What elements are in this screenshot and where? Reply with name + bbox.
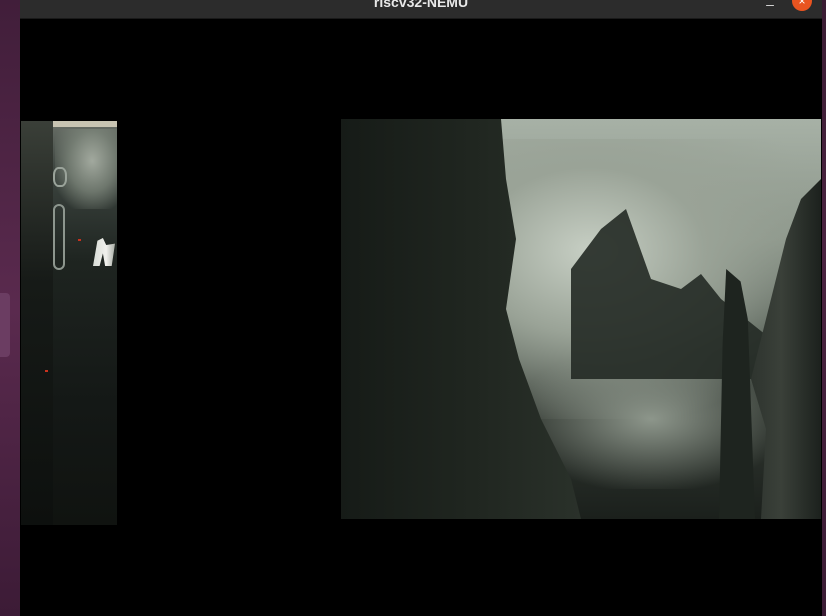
left-fragment-sky xyxy=(53,121,117,127)
red-pixel xyxy=(78,239,81,241)
sprite-bar xyxy=(53,204,65,270)
minimize-icon: – xyxy=(766,0,774,12)
sprite-ring xyxy=(53,167,67,187)
red-pixel xyxy=(45,370,48,372)
window-title: riscv32-NEMU xyxy=(373,0,469,10)
app-window: riscv32-NEMU – × xyxy=(20,0,822,616)
title-bar[interactable]: riscv32-NEMU – × xyxy=(20,0,822,19)
left-fragment-shadow xyxy=(21,121,53,525)
mountain-scene xyxy=(341,119,821,519)
emulator-display[interactable] xyxy=(20,20,822,616)
dock-item[interactable] xyxy=(0,293,10,357)
character-sprite xyxy=(93,238,115,266)
minimize-button[interactable]: – xyxy=(761,0,779,14)
left-scene-fragment xyxy=(21,121,117,525)
close-icon: × xyxy=(798,0,806,8)
